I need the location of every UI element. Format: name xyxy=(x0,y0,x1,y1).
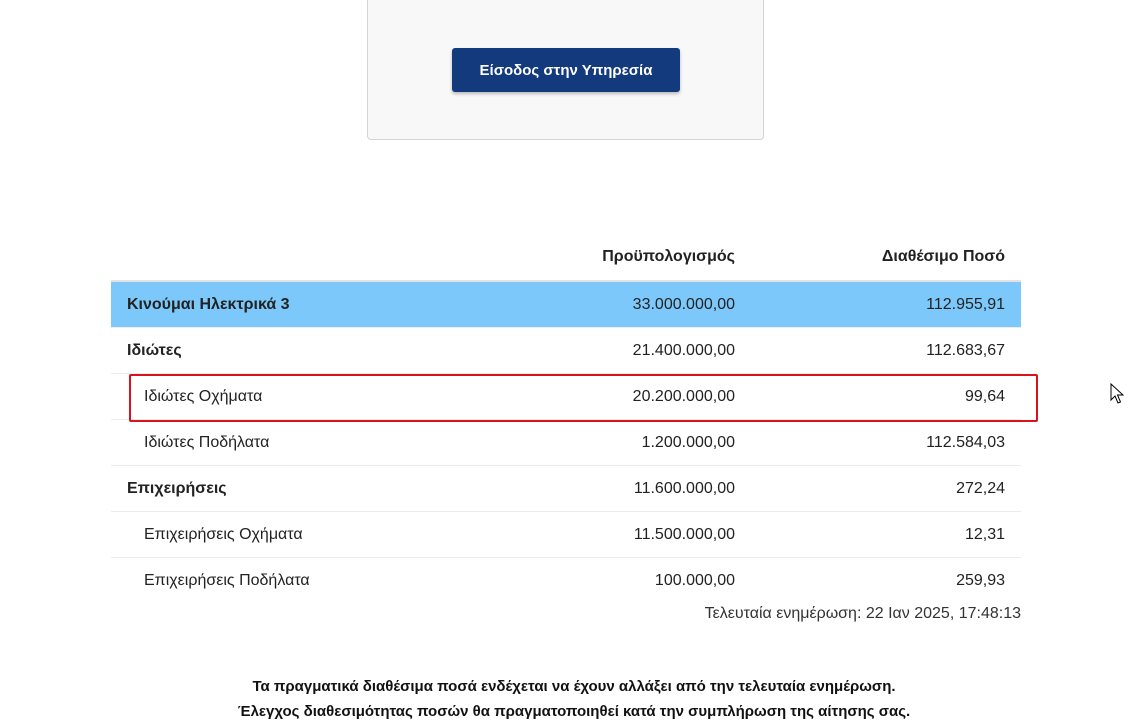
row-budget: 20.200.000,00 xyxy=(444,373,735,420)
row-label: Ιδιώτες Ποδήλατα xyxy=(111,419,444,466)
table-row-sub: Επιχειρήσεις Οχήματα 11.500.000,00 12,31 xyxy=(111,511,1021,558)
row-budget: 33.000.000,00 xyxy=(444,281,735,328)
row-budget: 11.500.000,00 xyxy=(444,511,735,558)
logo-icon xyxy=(481,0,497,3)
disclaimer-line-1: Τα πραγματικά διαθέσιμα ποσά ενδέχεται ν… xyxy=(252,678,896,695)
table-row-program: Κινούμαι Ηλεκτρικά 3 33.000.000,00 112.9… xyxy=(111,281,1021,328)
row-budget: 1.200.000,00 xyxy=(444,419,735,466)
row-label: Επιχειρήσεις xyxy=(111,465,444,512)
table-row-sub: Ιδιώτες Ποδήλατα 1.200.000,00 112.584,03 xyxy=(111,419,1021,466)
row-available: 12,31 xyxy=(735,511,1021,558)
row-available: 259,93 xyxy=(956,571,1005,589)
table-row-sub: Ιδιώτες Οχήματα 20.200.000,00 99,64 xyxy=(111,373,1021,420)
row-label: Κινούμαι Ηλεκτρικά 3 xyxy=(111,281,444,328)
budget-table: Προϋπολογισμός Διαθέσιμο Ποσό Κινούμαι Η… xyxy=(111,234,1021,603)
table-row-sub: Επιχειρήσεις Ποδήλατα 100.000,00 259,93 xyxy=(111,558,1021,604)
row-budget: 100.000,00 xyxy=(654,571,735,589)
row-available: 112.584,03 xyxy=(735,419,1021,466)
mouse-cursor-icon xyxy=(1110,383,1124,404)
row-available: 112.683,67 xyxy=(735,327,1021,374)
row-available: 99,64 xyxy=(735,373,1021,420)
row-budget: 11.600.000,00 xyxy=(444,465,735,512)
row-label: Επιχειρήσεις Ποδήλατα xyxy=(144,571,310,589)
header-available: Διαθέσιμο Ποσό xyxy=(735,234,1021,282)
row-label: Επιχειρήσεις Οχήματα xyxy=(111,511,444,558)
budget-table-container: Προϋπολογισμός Διαθέσιμο Ποσό Κινούμαι Η… xyxy=(111,234,1021,603)
login-button[interactable]: Είσοδος στην Υπηρεσία xyxy=(452,48,680,92)
header-category xyxy=(111,234,444,282)
table-row-group: Επιχειρήσεις 11.600.000,00 272,24 xyxy=(111,465,1021,512)
login-card: Είσοδος στην Υπηρεσία xyxy=(367,0,764,140)
row-label: Ιδιώτες xyxy=(111,327,444,374)
row-available: 112.955,91 xyxy=(735,281,1021,328)
row-budget: 21.400.000,00 xyxy=(444,327,735,374)
last-update-text: Τελευταία ενημέρωση: 22 Ιαν 2025, 17:48:… xyxy=(704,605,1021,622)
row-label: Ιδιώτες Οχήματα xyxy=(111,373,444,420)
table-header-row: Προϋπολογισμός Διαθέσιμο Ποσό xyxy=(111,234,1021,282)
table-row-group: Ιδιώτες 21.400.000,00 112.683,67 xyxy=(111,327,1021,374)
row-available: 272,24 xyxy=(735,465,1021,512)
header-budget: Προϋπολογισμός xyxy=(444,234,735,282)
disclaimer-line-2: Έλεγχος διαθεσιμότητας ποσών θα πραγματο… xyxy=(237,703,911,720)
